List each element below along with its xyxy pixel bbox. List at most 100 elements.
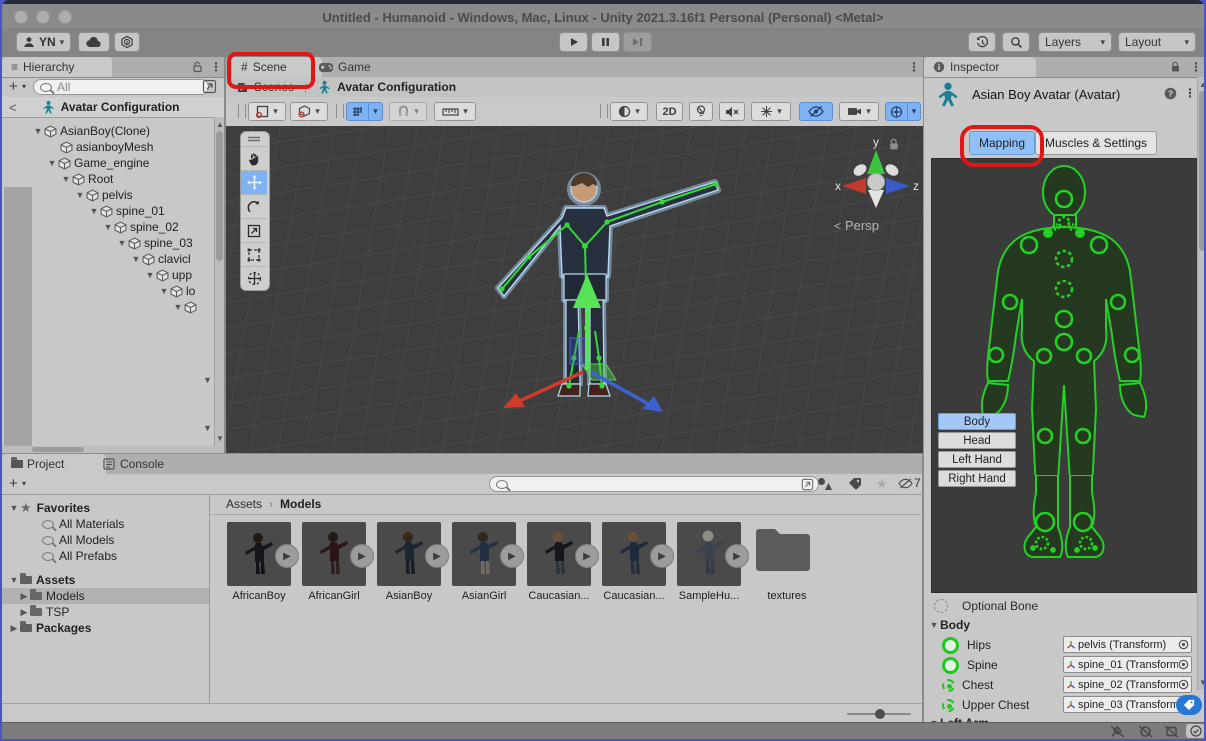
bone-field-hips[interactable]: pelvis (Transform) <box>1063 636 1192 653</box>
open-search-window-icon[interactable] <box>202 79 217 94</box>
search-by-label-icon[interactable] <box>848 477 862 491</box>
foldout-open-icon[interactable]: ▼ <box>102 222 114 232</box>
asset-africanboy[interactable]: ▶ <box>227 522 291 586</box>
foldout-open-icon[interactable]: ▼ <box>8 503 20 513</box>
preview-play-icon[interactable]: ▶ <box>275 544 299 568</box>
favorite-all-prefabs[interactable]: All Prefabs <box>2 548 199 564</box>
tab-hierarchy[interactable]: ≡ Hierarchy <box>2 57 112 77</box>
gizmo-lock-icon[interactable] <box>888 138 900 151</box>
effects-dropdown[interactable]: ▾ <box>751 102 791 121</box>
preview-play-icon[interactable]: ▶ <box>725 544 749 568</box>
scene-menu-icon[interactable]: ⋮ <box>908 60 920 74</box>
asset-textures-folder[interactable] <box>754 524 818 584</box>
slider-thumb[interactable] <box>875 709 885 719</box>
favorite-search-icon[interactable]: ★ <box>876 476 888 492</box>
muted-warnings-icon[interactable] <box>1138 725 1153 738</box>
folder-models-selected[interactable]: ▶ Models <box>2 588 209 604</box>
muted-messages-icon[interactable] <box>1164 725 1179 738</box>
gizmos-options-dropdown[interactable]: ▾ <box>908 102 921 121</box>
foldout-open-icon[interactable]: ▼ <box>172 302 184 312</box>
project-search-input[interactable] <box>489 476 819 492</box>
part-button-right-hand[interactable]: Right Hand <box>938 470 1016 487</box>
tree-row-spine01[interactable]: ▼ spine_01 <box>2 203 214 219</box>
asset-asianboy[interactable]: ▶ <box>377 522 441 586</box>
hierarchy-search-input[interactable]: All <box>33 79 209 95</box>
rotate-tool-button[interactable] <box>241 195 267 219</box>
lock-icon[interactable] <box>1170 61 1181 73</box>
breadcrumb-models[interactable]: Models <box>280 497 321 511</box>
preview-play-icon[interactable]: ▶ <box>575 544 599 568</box>
foldout-open-icon[interactable]: ▼ <box>144 270 156 280</box>
foldout-open-icon[interactable]: ▼ <box>60 174 72 184</box>
layout-dropdown[interactable]: Layout ▾ <box>1118 32 1196 52</box>
toolbar-drag-handle[interactable] <box>600 104 608 118</box>
open-search-window-icon[interactable] <box>801 478 814 491</box>
muted-errors-icon[interactable] <box>1110 725 1125 738</box>
part-button-head[interactable]: Head <box>938 432 1016 449</box>
preview-play-icon[interactable]: ▶ <box>650 544 674 568</box>
snap-button[interactable]: ▾ <box>389 102 427 121</box>
assets-section[interactable]: ▼ Assets <box>2 572 199 588</box>
hierarchy-menu-icon[interactable]: ⋮ <box>210 60 222 74</box>
packages-section[interactable]: ▶ Packages <box>2 620 199 636</box>
tree-row-lowerarm[interactable]: ▼ lo <box>2 283 214 299</box>
hierarchy-vscrollbar[interactable]: ▲ ▼ <box>214 117 224 446</box>
bone-field-chest[interactable]: spine_02 (Transform) <box>1063 676 1192 693</box>
cloud-services-button[interactable] <box>78 32 110 52</box>
scroll-up-icon[interactable]: ▲ <box>1199 80 1204 89</box>
tab-console[interactable]: Console <box>94 454 202 474</box>
move-gizmo[interactable] <box>503 274 663 412</box>
play-button[interactable] <box>559 32 588 52</box>
preview-play-icon[interactable]: ▶ <box>350 544 374 568</box>
create-asset-button[interactable]: + <box>9 475 18 492</box>
foldout-open-icon[interactable]: ▼ <box>203 375 212 385</box>
toolbar-drag-handle[interactable] <box>238 104 246 118</box>
tree-row-deep[interactable]: ▼ <box>2 299 214 315</box>
scene-lighting-button[interactable] <box>689 102 713 121</box>
part-button-left-hand[interactable]: Left Hand <box>938 451 1016 468</box>
hidden-packages-toggle[interactable]: 7 <box>898 476 921 490</box>
object-picker-icon[interactable] <box>1178 639 1189 650</box>
tree-row-spine02[interactable]: ▼ spine_02 <box>2 219 214 235</box>
layers-dropdown[interactable]: Layers ▾ <box>1038 32 1112 52</box>
foldout-open-icon[interactable]: ▼ <box>8 575 20 585</box>
foldout-closed-icon[interactable]: ▶ <box>18 591 30 602</box>
breadcrumb-avatar-config[interactable]: Avatar Configuration <box>337 80 456 94</box>
tree-row-spine03[interactable]: ▼ spine_03 <box>2 235 214 251</box>
gizmos-button[interactable] <box>885 102 908 121</box>
bone-field-spine[interactable]: spine_01 (Transform) <box>1063 656 1192 673</box>
unlock-icon[interactable] <box>192 61 203 73</box>
scroll-thumb[interactable] <box>1199 91 1204 251</box>
2d-mode-button[interactable]: 2D <box>656 102 683 121</box>
tree-row-asianboymesh[interactable]: asianboyMesh <box>2 139 214 155</box>
scroll-thumb[interactable] <box>32 447 84 452</box>
back-icon[interactable]: < <box>9 100 17 115</box>
tab-scene[interactable]: # Scene <box>232 57 322 77</box>
avatar-menu-icon[interactable]: ⋮ <box>1184 86 1196 100</box>
grid-visibility-button[interactable] <box>346 102 369 121</box>
view-tool-button[interactable] <box>241 147 267 171</box>
tree-row-game-engine[interactable]: ▼ Game_engine <box>2 155 214 171</box>
y-axis-cone[interactable] <box>867 150 885 174</box>
plastic-scm-button[interactable] <box>114 32 140 52</box>
asset-caucasianboy[interactable]: ▶ <box>527 522 591 586</box>
audio-mute-button[interactable] <box>719 102 745 121</box>
foldout-open-icon[interactable]: ▼ <box>130 254 142 264</box>
foldout-open-icon[interactable]: ▼ <box>74 190 86 200</box>
tree-row-upperarm[interactable]: ▼ upp <box>2 267 214 283</box>
scroll-up-icon[interactable]: ▲ <box>216 120 224 129</box>
help-icon[interactable]: ? <box>1164 87 1177 100</box>
foldout-closed-icon[interactable]: ▶ <box>8 623 20 634</box>
inspector-menu-icon[interactable]: ⋮ <box>1190 60 1202 74</box>
rect-tool-button[interactable] <box>241 243 267 267</box>
tab-mapping[interactable]: Mapping <box>969 131 1035 155</box>
preview-play-icon[interactable]: ▶ <box>500 544 524 568</box>
create-object-button[interactable]: + <box>9 78 18 95</box>
perspective-toggle[interactable]: < Persp <box>834 218 879 233</box>
hierarchy-hscrollbar[interactable] <box>2 446 224 453</box>
tree-row-asianboy-clone[interactable]: ▼ AsianBoy(Clone) <box>2 123 214 139</box>
tree-row-pelvis[interactable]: ▼ pelvis <box>2 187 214 203</box>
account-button[interactable]: YN ▾ <box>16 32 71 52</box>
x-axis-cone[interactable] <box>842 178 866 194</box>
undo-history-button[interactable] <box>968 32 996 52</box>
